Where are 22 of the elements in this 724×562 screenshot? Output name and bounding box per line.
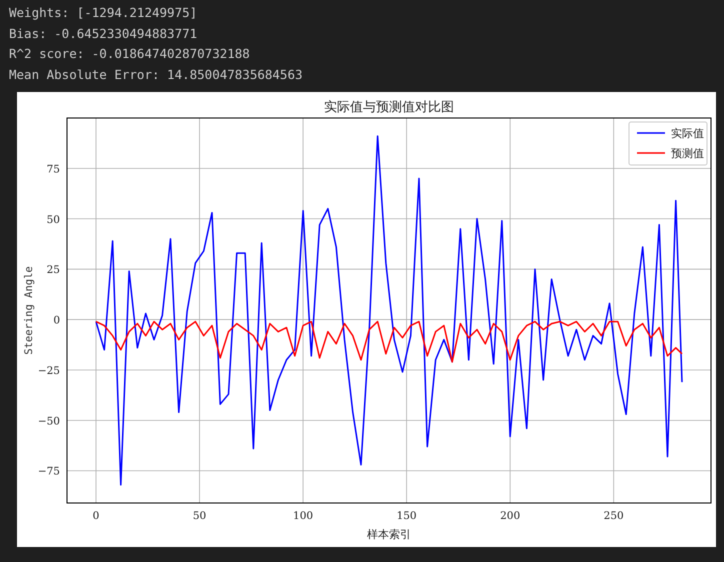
y-tick-label: −75 (38, 466, 60, 478)
y-tick-label: 75 (46, 163, 60, 176)
x-tick-label: 100 (293, 510, 314, 522)
x-axis-label: 样本索引 (367, 528, 411, 541)
y-tick-label: −25 (38, 364, 60, 377)
legend-label: 实际值 (671, 127, 704, 140)
y-tick-label: 0 (53, 314, 60, 327)
y-tick-label: −50 (38, 415, 60, 428)
y-tick-label: 25 (46, 264, 60, 276)
output-line: Bias: -0.6452330494883771 (9, 24, 198, 42)
legend-label: 预测值 (671, 147, 704, 160)
x-tick-label: 200 (500, 510, 520, 522)
output-line: Mean Absolute Error: 14.850047835684563 (9, 66, 302, 84)
x-tick-label: 150 (396, 510, 417, 522)
x-tick-label: 50 (192, 510, 206, 522)
x-tick-label: 0 (92, 510, 100, 522)
y-axis-label: Steering Angle (23, 266, 35, 355)
chart-title: 实际值与预测值对比图 (324, 100, 454, 115)
y-tick-label: 50 (46, 214, 60, 226)
x-tick-label: 250 (604, 510, 624, 522)
output-line: Weights: [-1294.21249975] (9, 4, 198, 22)
output-line: R^2 score: -0.018647402870732188 (9, 45, 250, 63)
